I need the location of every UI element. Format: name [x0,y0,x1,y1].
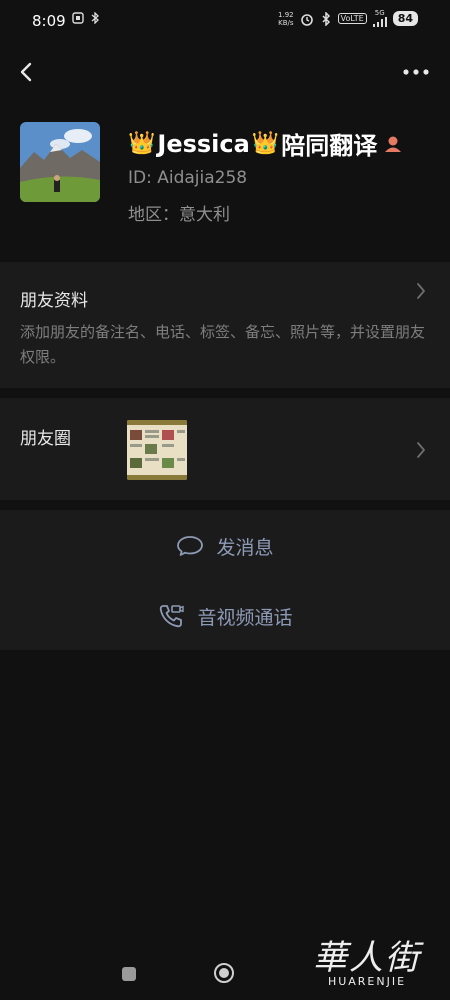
profile-name-suffix: 陪同翻译 [281,132,378,160]
net-speed: 1.92 KB/s [278,11,294,27]
actions-section: 发消息 音视频通话 [0,510,450,650]
net-speed-unit: KB/s [278,18,294,27]
crown-emoji-left: 👑 [128,131,156,156]
chat-bubble-icon [177,536,204,556]
audio-video-call-label: 音视频通话 [197,606,293,629]
gender-female-icon [385,136,402,152]
send-message-label: 发消息 [216,536,274,559]
status-right-icons: 1.92 KB/s VoLTE 5G 84 [278,10,418,27]
profile-name-line: 👑 Jessica 👑 陪同翻译 [128,126,403,161]
audio-video-call-button[interactable]: 音视频通话 [0,600,450,632]
bluetooth-icon [322,11,330,26]
notification-icon [72,12,84,24]
system-nav-bar [0,945,450,1000]
chevron-right-icon [417,442,425,458]
top-bar [0,50,450,94]
recent-apps-button[interactable] [122,967,136,981]
friend-info-title: 朋友资料 [20,291,88,311]
moments-title: 朋友圈 [20,429,71,449]
net-speed-value: 1.92 [278,10,294,19]
moments-section[interactable]: 朋友圈 [0,398,450,500]
status-time: 8:09 [32,12,66,30]
video-call-icon [160,605,185,628]
moments-thumbnail[interactable] [127,420,187,480]
network-type: 5G [374,9,385,17]
volte-badge: VoLTE [337,13,367,24]
wechat-id: ID: Aidajia258 [128,168,248,188]
friend-info-section[interactable]: 朋友资料 添加朋友的备注名、电话、标签、备忘、照片等，并设置朋友权限。 [0,262,450,388]
home-button[interactable] [214,963,234,983]
profile-name: Jessica [157,129,250,158]
region: 地区：意大利 [128,205,230,225]
more-button[interactable] [402,62,430,82]
chevron-right-icon [417,283,425,299]
more-dots-icon [403,69,429,75]
avatar-image [20,122,100,202]
battery-level: 84 [392,11,418,26]
chevron-left-icon [20,62,32,82]
status-bar: 8:09 1.92 KB/s VoLTE 5G 84 [0,0,450,40]
alarm-icon [300,13,313,26]
signal-indicator: 5G [372,9,387,27]
bluetooth-small-icon [91,12,99,24]
avatar[interactable] [20,122,100,202]
send-message-button[interactable]: 发消息 [0,530,450,562]
profile-header: 👑 Jessica 👑 陪同翻译 ID: Aidajia258 地区：意大利 [0,110,450,260]
friend-info-description: 添加朋友的备注名、电话、标签、备忘、照片等，并设置朋友权限。 [20,323,426,366]
signal-icon [372,17,387,27]
crown-emoji-right: 👑 [251,131,280,156]
status-left-icons [72,12,100,24]
moments-image [127,420,187,480]
back-button[interactable] [14,56,42,88]
